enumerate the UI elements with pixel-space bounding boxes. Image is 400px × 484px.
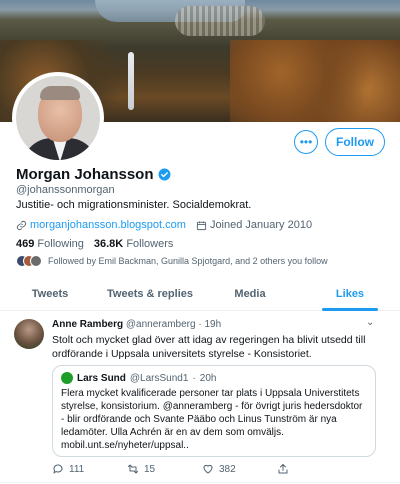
divider <box>0 482 400 483</box>
tab-tweets-replies[interactable]: Tweets & replies <box>100 278 200 310</box>
profile-name: Morgan Johansson <box>16 166 154 183</box>
tab-media[interactable]: Media <box>200 278 300 310</box>
like-button[interactable]: 382 <box>202 463 277 475</box>
follow-counts: 469 Following 36.8K Followers <box>16 238 173 250</box>
followers-count: 36.8K <box>93 238 124 250</box>
tweet-actions: 111 15 382 <box>52 463 352 475</box>
profile-tabs: Tweets Tweets & replies Media Likes <box>0 278 400 311</box>
quoted-tweet[interactable]: Lars Sund @LarsSund1 · 20h Flera mycket … <box>52 365 376 457</box>
tweet-header: Anne Ramberg @anneramberg · 19h <box>52 319 221 330</box>
quoted-time: 20h <box>199 372 217 384</box>
tweet[interactable]: Anne Ramberg @anneramberg · 19h ⌄ Stolt … <box>0 311 400 484</box>
retweet-button[interactable]: 15 <box>127 463 202 475</box>
retweet-icon <box>128 464 138 474</box>
tweet-author-name[interactable]: Anne Ramberg <box>52 319 123 330</box>
reply-count: 111 <box>69 463 85 475</box>
heart-icon <box>203 464 213 474</box>
followed-by[interactable]: Followed by Emil Backman, Gunilla Spjotg… <box>16 255 328 267</box>
share-button[interactable] <box>277 463 352 475</box>
verified-badge-icon <box>158 168 170 181</box>
following-label: Following <box>37 238 84 250</box>
tweet-separator: · <box>198 319 202 330</box>
tweet-author-handle: @anneramberg <box>125 319 196 330</box>
followers-link[interactable]: 36.8K Followers <box>94 238 174 250</box>
quoted-author-name: Lars Sund <box>77 372 126 384</box>
link-icon <box>16 220 27 230</box>
tab-likes[interactable]: Likes <box>300 278 400 310</box>
retweet-count: 15 <box>144 463 156 475</box>
joined-date: Joined January 2010 <box>209 219 313 231</box>
following-link[interactable]: 469 Following <box>16 238 84 250</box>
profile-handle: @johanssonmorgan <box>16 184 115 196</box>
reply-icon <box>53 464 63 474</box>
tab-tweets[interactable]: Tweets <box>0 278 100 310</box>
profile-name-row: Morgan Johansson <box>16 166 171 183</box>
tweet-text: Stolt och mycket glad över att idag av r… <box>52 334 366 360</box>
calendar-icon <box>196 220 207 230</box>
quoted-author-handle: @LarsSund1 <box>129 372 189 384</box>
share-icon <box>278 464 288 474</box>
followed-by-text: Followed by Emil Backman, Gunilla Spjotg… <box>48 256 328 266</box>
profile-meta: morganjohansson.blogspot.com Joined Janu… <box>16 219 312 231</box>
quoted-author-avatar <box>61 372 73 384</box>
reply-button[interactable]: 111 <box>52 463 127 475</box>
profile-bio: Justitie- och migrationsminister. Social… <box>16 199 252 211</box>
followers-label: Followers <box>126 238 174 250</box>
quoted-tweet-header: Lars Sund @LarsSund1 · 20h <box>61 372 216 384</box>
tweet-author-avatar[interactable] <box>14 319 44 349</box>
profile-avatar[interactable] <box>12 72 104 164</box>
like-count: 382 <box>219 463 236 475</box>
profile-website-link[interactable]: morganjohansson.blogspot.com <box>30 219 186 231</box>
followed-by-avatars <box>16 255 42 267</box>
chevron-down-icon[interactable]: ⌄ <box>366 317 374 328</box>
quoted-tweet-text: Flera mycket kvalificerade personer tar … <box>61 388 363 451</box>
more-options-button[interactable]: ••• <box>294 130 318 154</box>
following-count: 469 <box>16 238 35 250</box>
follow-button[interactable]: Follow <box>325 128 385 156</box>
tweet-time[interactable]: 19h <box>204 319 221 330</box>
quoted-separator: · <box>192 372 196 384</box>
